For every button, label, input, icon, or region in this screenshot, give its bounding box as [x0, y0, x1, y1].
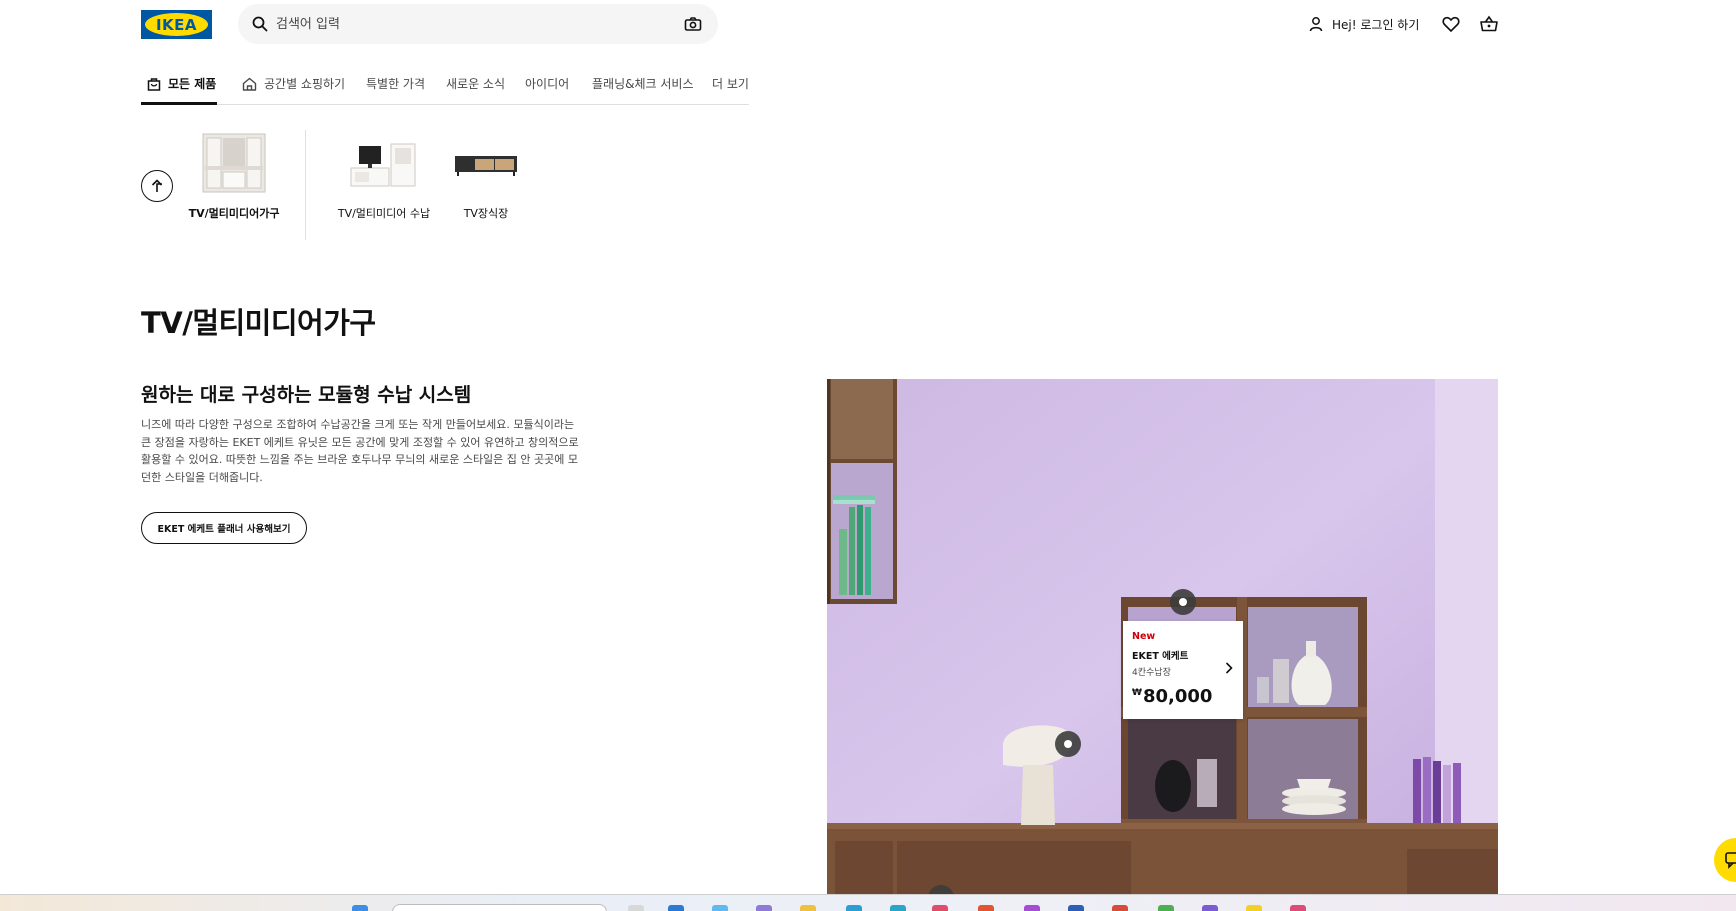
product-name: EKET 에케트 [1132, 651, 1189, 662]
category-tv-multimedia-storage[interactable]: TV/멀티미디어 수납 [332, 132, 436, 221]
app-icon[interactable] [1202, 905, 1218, 911]
nav-label: 새로운 소식 [446, 77, 506, 91]
heart-icon[interactable] [1441, 14, 1461, 34]
nav-item-all-products[interactable]: 모든 제품 [147, 75, 216, 92]
new-badge: New [1132, 631, 1156, 642]
product-hotspot[interactable] [1170, 589, 1196, 615]
section-description: 니즈에 따라 다양한 구성으로 조합하여 수납공간을 크게 또는 작게 만들어보… [141, 418, 579, 484]
category-label: TV장식장 [463, 207, 509, 220]
chat-icon [1725, 852, 1736, 869]
product-description: 4칸수납장 [1132, 668, 1171, 678]
app-icon[interactable] [1112, 905, 1128, 911]
currency-symbol: ₩ [1132, 688, 1142, 698]
nav-label: 공간별 쇼핑하기 [264, 77, 346, 91]
chrome-icon[interactable] [1158, 905, 1174, 911]
category-divider [305, 130, 306, 240]
search-input[interactable] [276, 4, 656, 44]
app-icon[interactable] [668, 905, 684, 911]
app-icon[interactable] [712, 905, 728, 911]
app-icon[interactable] [932, 905, 948, 911]
eket-planner-button[interactable]: EKET 에케트 플래너 사용해보기 [141, 512, 307, 544]
logo-oval: IKEA [145, 13, 208, 36]
camera-icon[interactable] [684, 16, 702, 32]
cart-icon[interactable] [1479, 14, 1499, 34]
chevron-right-icon [1225, 662, 1233, 674]
tv-furniture-thumbnail [202, 133, 266, 193]
login-link[interactable]: Hej! 로그인 하기 [1308, 14, 1419, 34]
nav-label: 특별한 가격 [366, 77, 426, 91]
ikea-logo[interactable]: IKEA [141, 10, 212, 39]
tv-storage-thumbnail [350, 143, 416, 187]
nav-label: 모든 제품 [168, 77, 217, 91]
product-hotspot[interactable] [1055, 731, 1081, 757]
app-icon[interactable] [1290, 905, 1306, 911]
category-label: TV/멀티미디어가구 [188, 207, 280, 220]
logo-text: IKEA [155, 15, 198, 34]
section-title: 원하는 대로 구성하는 모듈형 수납 시스템 [141, 384, 472, 406]
nav-item-planning-services[interactable]: 플래닝&체크 서비스 [592, 75, 694, 92]
app-icon[interactable] [1246, 905, 1262, 911]
chat-button[interactable] [1714, 838, 1736, 882]
category-tv-bench[interactable]: TV장식장 [450, 132, 522, 221]
tv-bench-thumbnail [455, 156, 517, 176]
app-icon[interactable] [978, 905, 994, 911]
site-header: IKEA Hej! 로그인 하기 [0, 0, 1736, 50]
user-icon [1309, 17, 1323, 32]
search-bar[interactable] [238, 4, 718, 44]
app-icon[interactable] [846, 905, 862, 911]
hotspot-dot [1179, 598, 1187, 606]
main-nav: 모든 제품 공간별 쇼핑하기 특별한 가격 새로운 소식 아이디어 플래닝&체크… [141, 66, 749, 105]
hotspot-dot [1064, 740, 1072, 748]
nav-label: 아이디어 [525, 77, 570, 91]
page-title: TV/멀티미디어가구 [141, 306, 376, 340]
product-card[interactable]: New EKET 에케트 4칸수납장 ₩ 80,000 [1123, 621, 1243, 719]
price-value: 80,000 [1142, 686, 1213, 707]
os-taskbar [0, 894, 1736, 911]
home-icon [242, 77, 257, 91]
hero-image: New EKET 에케트 4칸수납장 ₩ 80,000 [827, 379, 1498, 895]
search-icon[interactable] [252, 16, 268, 32]
nav-label: 플래닝&체크 서비스 [592, 77, 694, 91]
category-label: TV/멀티미디어 수납 [337, 207, 431, 220]
nav-item-more[interactable]: 더 보기 [712, 75, 749, 92]
task-view-icon[interactable] [628, 905, 644, 911]
login-label: Hej! 로그인 하기 [1332, 17, 1420, 32]
app-icon[interactable] [890, 905, 906, 911]
nav-item-whats-new[interactable]: 새로운 소식 [446, 75, 505, 92]
windows-start-icon[interactable] [352, 905, 368, 911]
nav-item-ideas[interactable]: 아이디어 [525, 75, 569, 92]
category-tv-multimedia-furniture[interactable]: TV/멀티미디어가구 [186, 132, 282, 221]
app-icon[interactable] [1068, 905, 1084, 911]
bag-icon [147, 77, 161, 91]
product-price: ₩ 80,000 [1132, 686, 1234, 707]
arrow-up-icon [151, 179, 163, 192]
up-category-button[interactable] [141, 170, 173, 202]
app-icon[interactable] [756, 905, 772, 911]
nav-item-shop-by-room[interactable]: 공간별 쇼핑하기 [242, 75, 345, 92]
folder-icon[interactable] [800, 905, 816, 911]
taskbar-search[interactable] [392, 904, 607, 911]
nav-label: 더 보기 [712, 77, 749, 91]
app-icon[interactable] [1024, 905, 1040, 911]
active-tab-indicator [141, 102, 217, 105]
nav-item-special-price[interactable]: 특별한 가격 [366, 75, 425, 92]
